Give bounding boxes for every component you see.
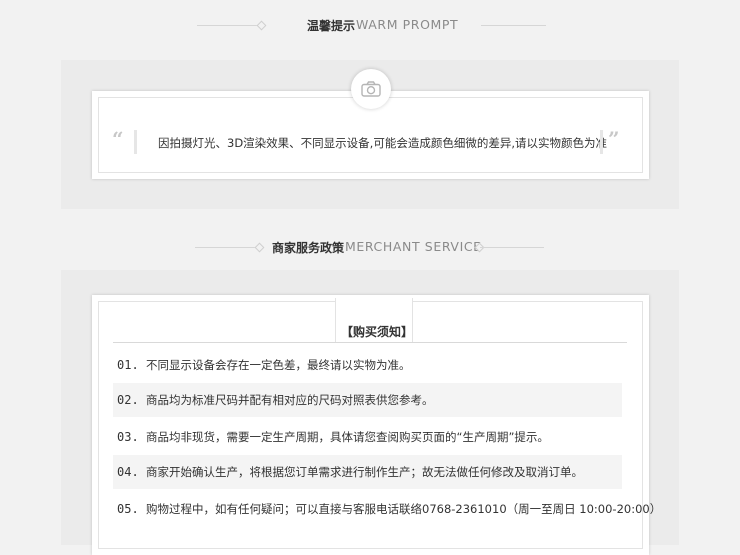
camera-badge (351, 69, 391, 109)
list-item: 01. 不同显示设备会存在一定色差，最终请以实物为准。 (113, 348, 622, 382)
list-item-number: 04. (117, 465, 139, 479)
list-item: 03. 商品均非现货，需要一定生产周期，具体请您查阅购买页面的“生产周期”提示。 (113, 420, 622, 454)
warm-prompt-panel: “ 因拍摄灯光、3D渲染效果、不同显示设备,可能会造成颜色细微的差异,请以实物颜… (61, 60, 679, 209)
header-diamond-left (256, 20, 267, 31)
open-quote-mark: “ (112, 127, 124, 151)
warm-prompt-subtitle: WARM PROMPT (356, 17, 459, 32)
list-item: 04. 商家开始确认生产，将根据您订单需求进行制作生产；故无法做任何修改及取消订… (113, 455, 622, 489)
header-diamond-left (254, 242, 265, 253)
quote-bar-right (600, 130, 603, 154)
merchant-service-header: 商家服务政策 MERCHANT SERVICE (0, 237, 740, 257)
close-quote-mark: ” (608, 127, 620, 151)
list-item-number: 02. (117, 393, 139, 407)
notice-divider (113, 342, 627, 343)
warm-prompt-header: 温馨提示 WARM PROMPT (0, 15, 740, 35)
camera-icon (361, 81, 381, 97)
list-item-text: 不同显示设备会存在一定色差，最终请以实物为准。 (146, 358, 411, 372)
warm-prompt-title: 温馨提示 (307, 19, 356, 33)
merchant-service-title: 商家服务政策 (272, 241, 345, 255)
list-item-number: 05. (117, 502, 139, 516)
list-item-text: 商品均非现货，需要一定生产周期，具体请您查阅购买页面的“生产周期”提示。 (146, 430, 549, 444)
header-divider-left (197, 25, 261, 26)
list-item: 02. 商品均为标准尺码并配有相对应的尺码对照表供您参考。 (113, 383, 622, 417)
header-divider-right (481, 25, 546, 26)
list-item: 05. 购物过程中，如有任何疑问；可以直接与客服电话联络0768-2361010… (113, 492, 661, 526)
list-item-number: 03. (117, 430, 139, 444)
list-item-text: 商品均为标准尺码并配有相对应的尺码对照表供您参考。 (146, 393, 434, 407)
notice-title: 【购买须知】 (341, 325, 414, 339)
header-divider-left (195, 247, 259, 248)
list-item-text: 商家开始确认生产，将根据您订单需求进行制作生产；故无法做任何修改及取消订单。 (146, 465, 583, 479)
header-divider-right (480, 247, 544, 248)
quote-bar-left (134, 130, 137, 154)
warm-prompt-message: 因拍摄灯光、3D渲染效果、不同显示设备,可能会造成颜色细微的差异,请以实物颜色为… (158, 136, 607, 150)
list-item-number: 01. (117, 358, 139, 372)
list-item-text: 购物过程中，如有任何疑问；可以直接与客服电话联络0768-2361010（周一至… (146, 502, 662, 516)
merchant-service-subtitle: MERCHANT SERVICE (345, 239, 482, 254)
